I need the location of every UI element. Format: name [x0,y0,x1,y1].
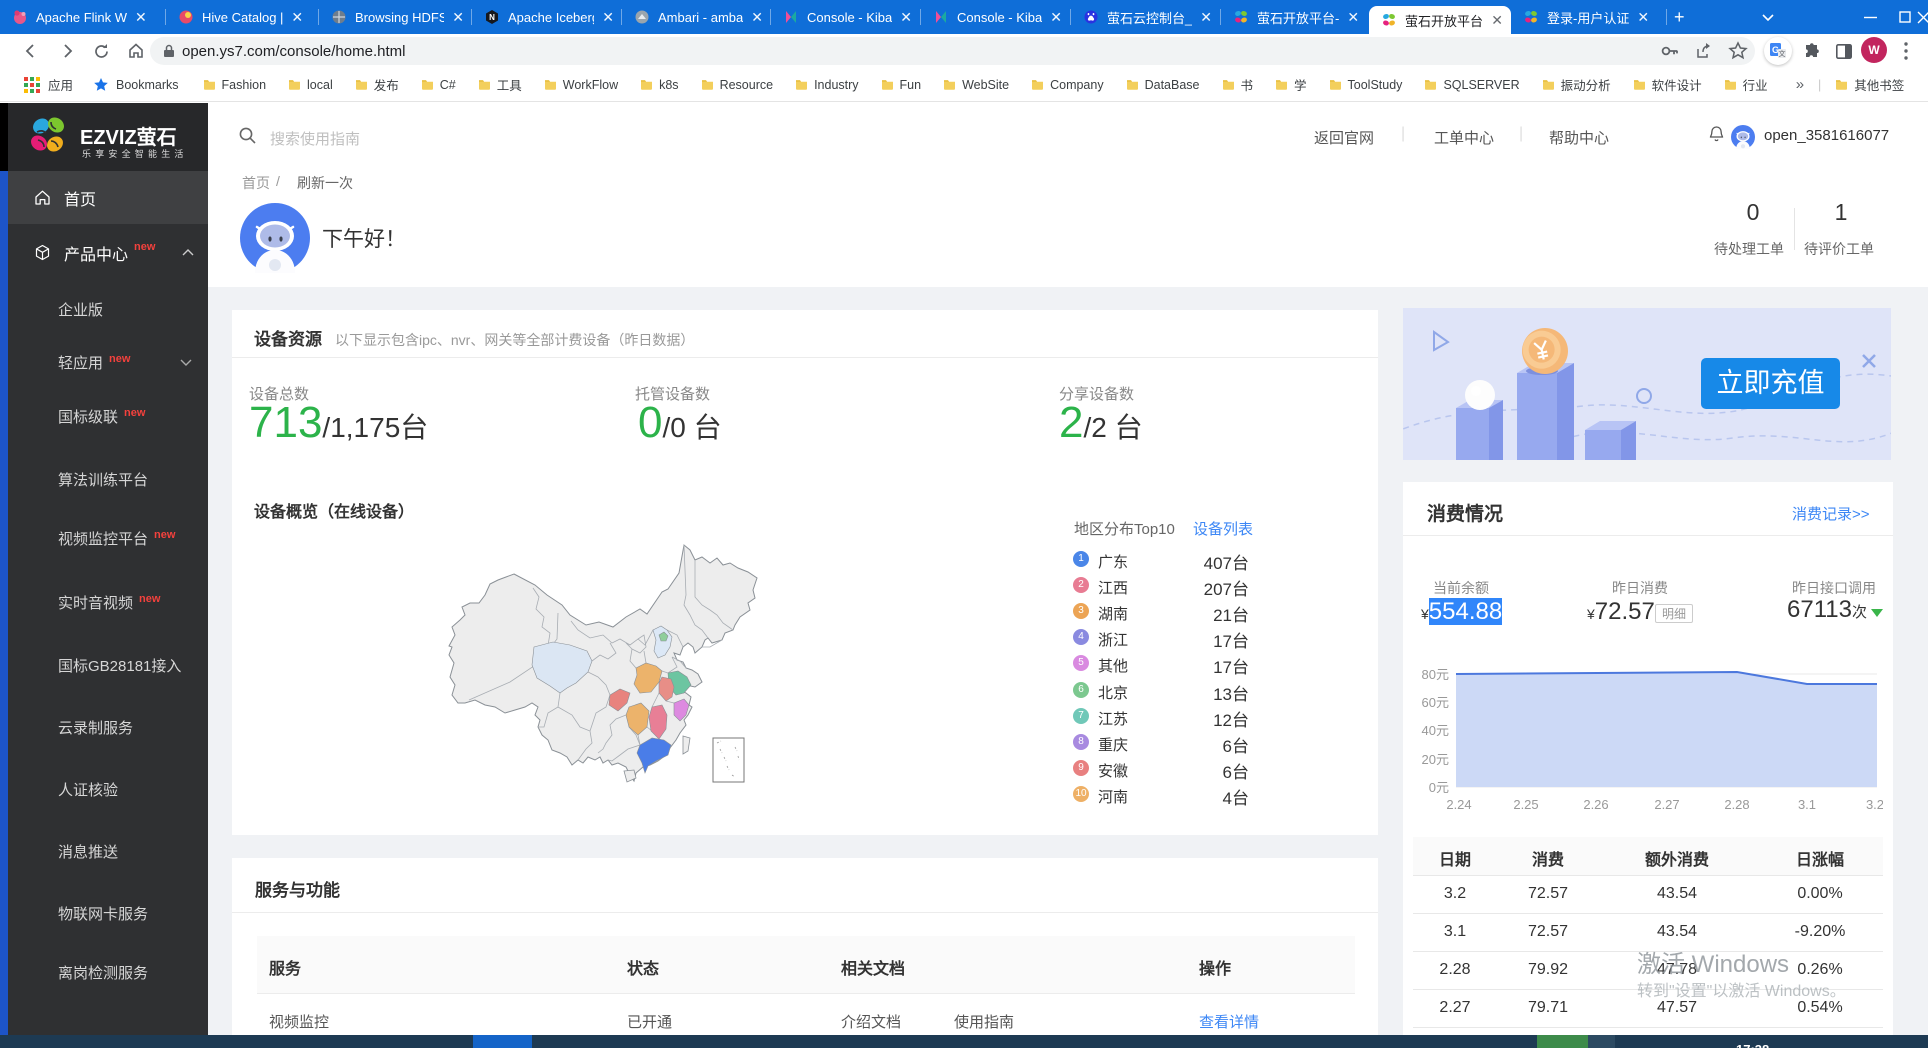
svg-text:20元: 20元 [1422,752,1449,767]
svg-text:2.27: 2.27 [1654,797,1679,812]
svg-text:0元: 0元 [1429,780,1449,795]
svg-text:80元: 80元 [1422,667,1449,682]
svg-text:40元: 40元 [1422,723,1449,738]
svg-text:文: 文 [1779,49,1786,58]
svg-text:2.28: 2.28 [1724,797,1749,812]
svg-text:2.24: 2.24 [1446,797,1471,812]
svg-text:3.2: 3.2 [1866,797,1883,812]
svg-text:2.25: 2.25 [1513,797,1538,812]
svg-text:3.1: 3.1 [1798,797,1816,812]
svg-text:N: N [489,13,495,22]
svg-text:60元: 60元 [1422,695,1449,710]
svg-text:2.26: 2.26 [1583,797,1608,812]
